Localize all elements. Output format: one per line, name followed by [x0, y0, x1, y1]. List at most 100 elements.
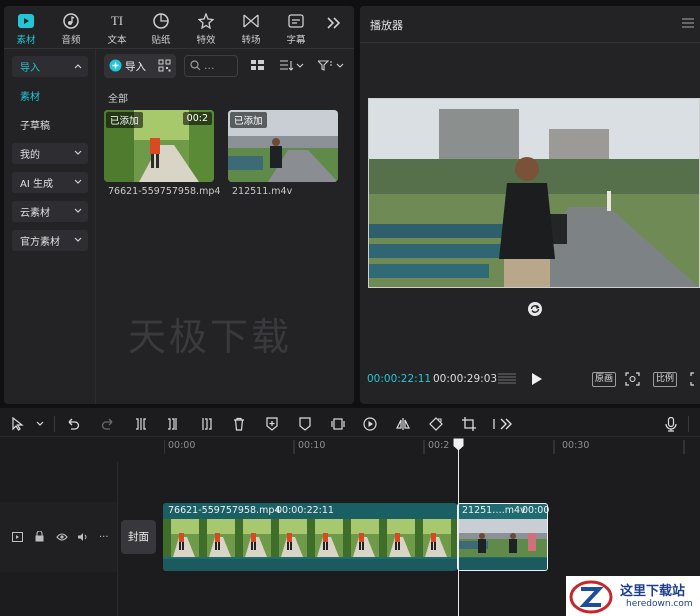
undo-icon[interactable]: [66, 417, 80, 431]
media-filename: 212511.m4v: [232, 186, 293, 197]
playhead-line[interactable]: [458, 440, 459, 616]
sidebar-group-mine[interactable]: 我的: [12, 143, 88, 164]
text-icon: TI: [110, 13, 124, 28]
waveform-icon[interactable]: [498, 372, 516, 386]
more-tabs-icon[interactable]: [326, 16, 342, 30]
filter-icon[interactable]: [318, 60, 344, 71]
mirror-icon[interactable]: [396, 417, 410, 431]
watermark-text: 天极下载: [128, 315, 293, 359]
grid-view-icon[interactable]: [251, 60, 264, 71]
qr-code-icon[interactable]: [158, 59, 171, 72]
media-panel: 素材 音频 TI 文本 贴纸 特效 转场 字幕 导入 素材 子草稿 我的 AI …: [4, 6, 354, 404]
volume-icon[interactable]: [77, 532, 89, 542]
tab-effects[interactable]: 特效: [186, 12, 226, 46]
eye-icon[interactable]: [56, 533, 68, 541]
media-thumbnail[interactable]: 已添加: [228, 110, 338, 182]
sidebar-import-label: 导入: [20, 63, 40, 74]
transition-icon: [231, 12, 271, 30]
tab-sticker[interactable]: 贴纸: [141, 12, 181, 46]
tab-label: 转场: [241, 35, 261, 46]
search-placeholder: ...: [204, 59, 215, 72]
clip-audio-strip: [163, 559, 457, 571]
cover-button[interactable]: 封面: [121, 520, 156, 554]
logo-url: heredown.com: [626, 599, 693, 609]
rotate-clip-icon[interactable]: [429, 417, 443, 431]
track-video-icon[interactable]: [12, 532, 23, 542]
media-icon: [6, 12, 46, 30]
chevron-down-icon[interactable]: [36, 421, 44, 427]
split-left-icon[interactable]: [166, 417, 180, 431]
plus-circle-icon: [109, 59, 122, 72]
tab-text[interactable]: TI 文本: [97, 12, 137, 46]
original-quality-button[interactable]: 原画: [592, 372, 617, 387]
marker-icon[interactable]: [298, 417, 312, 431]
aspect-ratio-button[interactable]: 比例: [653, 372, 678, 387]
duration-badge: 00:2: [182, 112, 212, 125]
import-button[interactable]: 导入: [104, 54, 176, 78]
split-icon[interactable]: [134, 417, 148, 431]
ruler-label: 00:2: [428, 440, 450, 451]
chevron-down-icon: [74, 207, 82, 215]
video-preview[interactable]: [368, 98, 700, 288]
tab-audio[interactable]: 音频: [51, 12, 91, 46]
reverse-play-icon[interactable]: [363, 417, 377, 431]
sidebar-item-drafts[interactable]: 子草稿: [12, 114, 88, 135]
effects-icon: [186, 12, 226, 30]
clip-audio-strip: [458, 558, 547, 570]
divider: [360, 42, 700, 43]
clip-duration: 00:00:22:11: [276, 505, 334, 516]
tab-transition[interactable]: 转场: [231, 12, 271, 46]
clip-name: 76621-559757958.mp4: [168, 505, 281, 516]
tab-media[interactable]: 素材: [6, 12, 46, 46]
sidebar-item-label: 我的: [20, 150, 40, 161]
select-pointer-icon[interactable]: [12, 417, 24, 431]
sidebar-item-label: AI 生成: [20, 179, 53, 190]
clip-filmstrip: [163, 519, 457, 557]
captions-icon: [276, 12, 316, 30]
chevron-down-icon: [74, 178, 82, 186]
player-title: 播放器: [370, 19, 403, 32]
divider: [688, 416, 689, 432]
add-marker-icon[interactable]: [265, 417, 279, 431]
delete-icon[interactable]: [232, 417, 246, 431]
media-thumbnail[interactable]: 已添加 00:2: [104, 110, 214, 182]
sidebar-import[interactable]: 导入: [12, 56, 88, 77]
tab-captions[interactable]: 字幕: [276, 12, 316, 46]
lock-icon[interactable]: [35, 531, 44, 542]
sticker-icon: [141, 12, 181, 30]
logo-title: 这里下载站: [620, 584, 686, 599]
fullscreen-fit-icon[interactable]: [625, 372, 640, 386]
sidebar-item-label: 官方素材: [20, 237, 60, 248]
sidebar-item-media[interactable]: 素材: [12, 85, 88, 106]
search-input[interactable]: ...: [184, 55, 238, 77]
fullscreen-icon[interactable]: [690, 372, 700, 386]
sort-icon[interactable]: [280, 60, 304, 71]
playhead-handle-icon[interactable]: [453, 438, 464, 451]
menu-icon[interactable]: [682, 18, 694, 28]
sidebar-group-cloud[interactable]: 云素材: [12, 201, 88, 222]
rotate-icon[interactable]: [527, 301, 543, 317]
freeze-frame-icon[interactable]: [331, 417, 345, 431]
more-tools-icon[interactable]: [493, 417, 515, 431]
sidebar-group-ai[interactable]: AI 生成: [12, 172, 88, 193]
sidebar-item-label: 子草稿: [20, 121, 50, 132]
current-time: 00:00:22:11: [367, 373, 432, 385]
clip-name: 21251….m4v: [462, 505, 526, 516]
chevron-down-icon: [74, 149, 82, 157]
divider: [4, 48, 354, 49]
redo-icon[interactable]: [101, 417, 115, 431]
more-options-icon[interactable]: ···: [99, 532, 109, 543]
divider: [95, 49, 96, 404]
split-right-icon[interactable]: [199, 417, 213, 431]
sidebar-group-official[interactable]: 官方素材: [12, 230, 88, 251]
tab-label: 特效: [196, 35, 216, 46]
crop-icon[interactable]: [462, 417, 476, 431]
logo-mark-icon: [569, 580, 613, 614]
play-icon[interactable]: [531, 372, 543, 386]
player-panel: 播放器 00:00:22:11 00:00:29:03 原画 比例: [360, 6, 700, 404]
added-badge: 已添加: [106, 112, 143, 128]
ruler-label: 00:00: [168, 440, 196, 451]
ruler-label: 00:30: [562, 440, 590, 451]
tab-label: 字幕: [286, 35, 306, 46]
microphone-icon[interactable]: [665, 417, 677, 432]
